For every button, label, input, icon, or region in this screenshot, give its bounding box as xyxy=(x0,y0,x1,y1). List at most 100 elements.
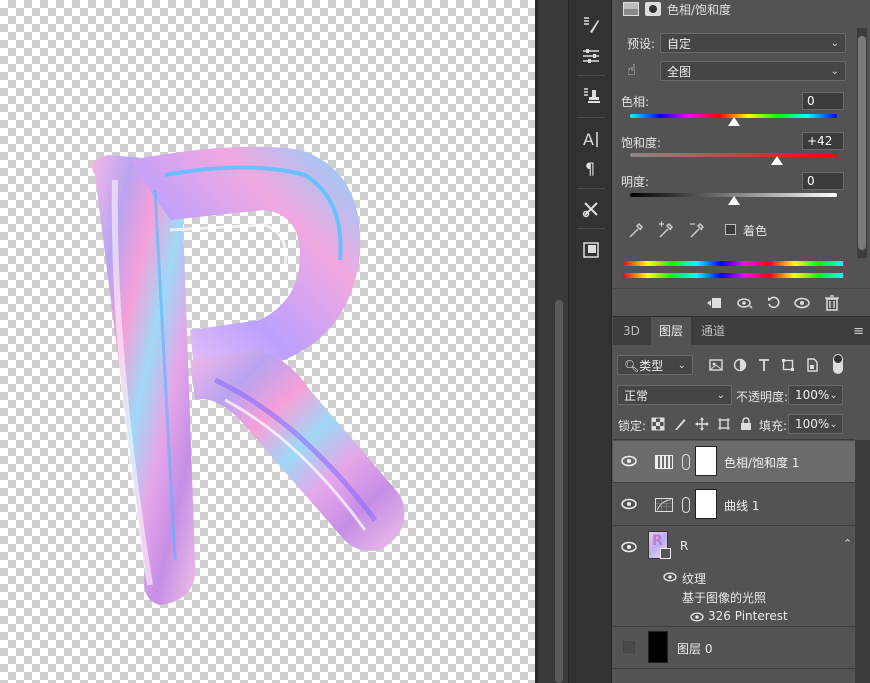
visibility-eye-icon[interactable] xyxy=(621,454,637,468)
panel-toolstrip: A ¶ xyxy=(568,0,612,683)
filter-toggle-switch[interactable] xyxy=(833,354,843,374)
3d-cube-icon xyxy=(660,548,671,559)
chevron-down-icon: ⌄ xyxy=(830,37,839,49)
shape-filter-icon[interactable] xyxy=(779,356,797,374)
layer-row-curves[interactable]: 曲线 1 xyxy=(613,484,855,526)
input-color-bar xyxy=(623,261,843,266)
layers-scrollbar[interactable] xyxy=(855,440,870,683)
saturation-value-field[interactable]: +42 xyxy=(802,132,844,150)
document-canvas[interactable] xyxy=(0,0,535,683)
scrollbar-thumb[interactable] xyxy=(858,36,866,250)
layer-filter-value: 类型 xyxy=(639,358,664,373)
collapse-chevron-icon[interactable]: ⌃ xyxy=(843,537,852,550)
eye-icon[interactable] xyxy=(663,571,677,586)
curves-layer-icon xyxy=(655,498,673,512)
fill-value: 100% xyxy=(795,417,830,431)
view-previous-state-icon[interactable] xyxy=(734,293,756,313)
saturation-label: 饱和度: xyxy=(621,136,662,150)
layer-mask-thumbnail[interactable] xyxy=(695,489,717,519)
preset-value: 自定 xyxy=(667,36,692,51)
type-filter-icon[interactable] xyxy=(755,356,773,374)
layer-mask-thumbnail[interactable] xyxy=(695,446,717,476)
toolstrip-divider xyxy=(577,75,605,76)
smart-object-filter-icon[interactable] xyxy=(803,356,821,374)
panel-menu-icon[interactable]: ≡ xyxy=(853,324,864,339)
preset-label: 预设: xyxy=(627,37,656,51)
3d-layer-thumbnail[interactable]: R xyxy=(648,531,671,559)
tab-channels[interactable]: 通道 xyxy=(693,317,733,345)
adjustment-filter-icon[interactable] xyxy=(731,356,749,374)
lock-artboard-icon[interactable] xyxy=(715,415,733,433)
properties-title: 色相/饱和度 xyxy=(667,2,732,17)
visibility-toggle-empty[interactable] xyxy=(623,641,635,653)
canvas-scrollbar[interactable] xyxy=(555,300,563,683)
lightness-slider-thumb[interactable] xyxy=(727,196,740,205)
layer-row-hue-saturation[interactable]: 色相/饱和度 1 xyxy=(613,441,855,483)
properties-panel: 色相/饱和度 预设: 自定 ⌄ ☝ 全图 ⌄ 色相: 0 饱和度: +42 明度… xyxy=(613,0,870,315)
lock-position-move-icon[interactable] xyxy=(693,415,711,433)
lighting-source-label: 326 Pinterest xyxy=(708,609,788,623)
saturation-slider-track[interactable] xyxy=(630,153,837,157)
subtract-eyedropper-icon[interactable] xyxy=(687,220,707,240)
chevron-down-icon: ⌄ xyxy=(716,389,725,401)
artboard-icon[interactable] xyxy=(576,237,606,263)
fill-label: 填充: xyxy=(759,419,788,433)
hue-slider-thumb[interactable] xyxy=(727,117,740,126)
eye-icon[interactable] xyxy=(690,611,704,626)
add-eyedropper-icon[interactable] xyxy=(656,220,676,240)
lock-pixels-brush-icon[interactable] xyxy=(671,415,689,433)
layer-thumbnail[interactable] xyxy=(648,631,668,663)
visibility-eye-icon[interactable] xyxy=(791,293,813,313)
tab-3d[interactable]: 3D xyxy=(615,317,648,345)
tools-preset-icon[interactable] xyxy=(576,196,606,222)
eyedropper-icon[interactable] xyxy=(626,220,646,240)
search-icon: 🔍︎ xyxy=(624,358,640,373)
paragraph-icon[interactable]: ¶ xyxy=(576,155,606,181)
layer-name[interactable]: 曲线 1 xyxy=(724,497,759,514)
svg-text:¶: ¶ xyxy=(585,159,595,178)
chevron-down-icon: ⌄ xyxy=(829,418,838,430)
layer-row-r[interactable]: R R ⌃ 纹理 基于图像的光照 326 Pinterest xyxy=(613,527,855,627)
delete-trash-icon[interactable] xyxy=(821,293,843,313)
opacity-value: 100% xyxy=(795,388,830,402)
properties-footer xyxy=(613,288,870,315)
layer-row-layer-0[interactable]: 图层 0 xyxy=(613,627,855,669)
blend-mode-dropdown[interactable]: 正常 ⌄ xyxy=(617,385,732,405)
layer-filter-dropdown[interactable]: 🔍︎类型 ⌄ xyxy=(617,355,693,375)
letter-r-artwork xyxy=(91,146,405,605)
character-icon[interactable]: A xyxy=(576,126,606,152)
opacity-label: 不透明度: xyxy=(736,390,789,404)
link-chain-icon[interactable] xyxy=(682,454,690,470)
fill-field[interactable]: 100% ⌄ xyxy=(788,414,843,434)
lock-transparent-icon[interactable] xyxy=(649,415,667,433)
adjust-sliders-icon[interactable] xyxy=(576,43,606,69)
lock-all-icon[interactable] xyxy=(737,415,755,433)
colorize-checkbox[interactable] xyxy=(725,224,736,235)
link-chain-icon[interactable] xyxy=(682,497,690,513)
layer-name[interactable]: 色相/饱和度 1 xyxy=(724,454,800,471)
properties-header: 色相/饱和度 xyxy=(623,0,731,18)
layer-name[interactable]: 图层 0 xyxy=(677,640,712,657)
visibility-eye-icon[interactable] xyxy=(621,540,637,554)
reset-icon[interactable] xyxy=(763,293,785,313)
hue-value-field[interactable]: 0 xyxy=(802,92,844,110)
clip-to-layer-icon[interactable] xyxy=(703,293,725,313)
layer-name[interactable]: R xyxy=(680,539,688,553)
saturation-slider-thumb[interactable] xyxy=(770,156,783,165)
hue-saturation-layer-icon xyxy=(623,2,639,16)
lightness-value-field[interactable]: 0 xyxy=(802,172,844,190)
channel-dropdown[interactable]: 全图 ⌄ xyxy=(660,61,846,81)
channel-value: 全图 xyxy=(667,64,692,79)
brush-settings-icon[interactable] xyxy=(576,12,606,38)
preset-dropdown[interactable]: 自定 ⌄ xyxy=(660,33,846,53)
opacity-field[interactable]: 100% ⌄ xyxy=(788,385,843,405)
tab-layers[interactable]: 图层 xyxy=(651,317,692,345)
pixel-filter-icon[interactable] xyxy=(707,356,725,374)
visibility-eye-icon[interactable] xyxy=(621,497,637,511)
clone-source-icon[interactable] xyxy=(576,83,606,109)
targeted-adjustment-hand-icon[interactable]: ☝ xyxy=(627,61,636,79)
colorize-label: 着色 xyxy=(743,224,768,238)
properties-scrollbar[interactable] xyxy=(857,28,867,258)
toolstrip-divider xyxy=(577,188,605,189)
mask-icon[interactable] xyxy=(645,2,661,16)
